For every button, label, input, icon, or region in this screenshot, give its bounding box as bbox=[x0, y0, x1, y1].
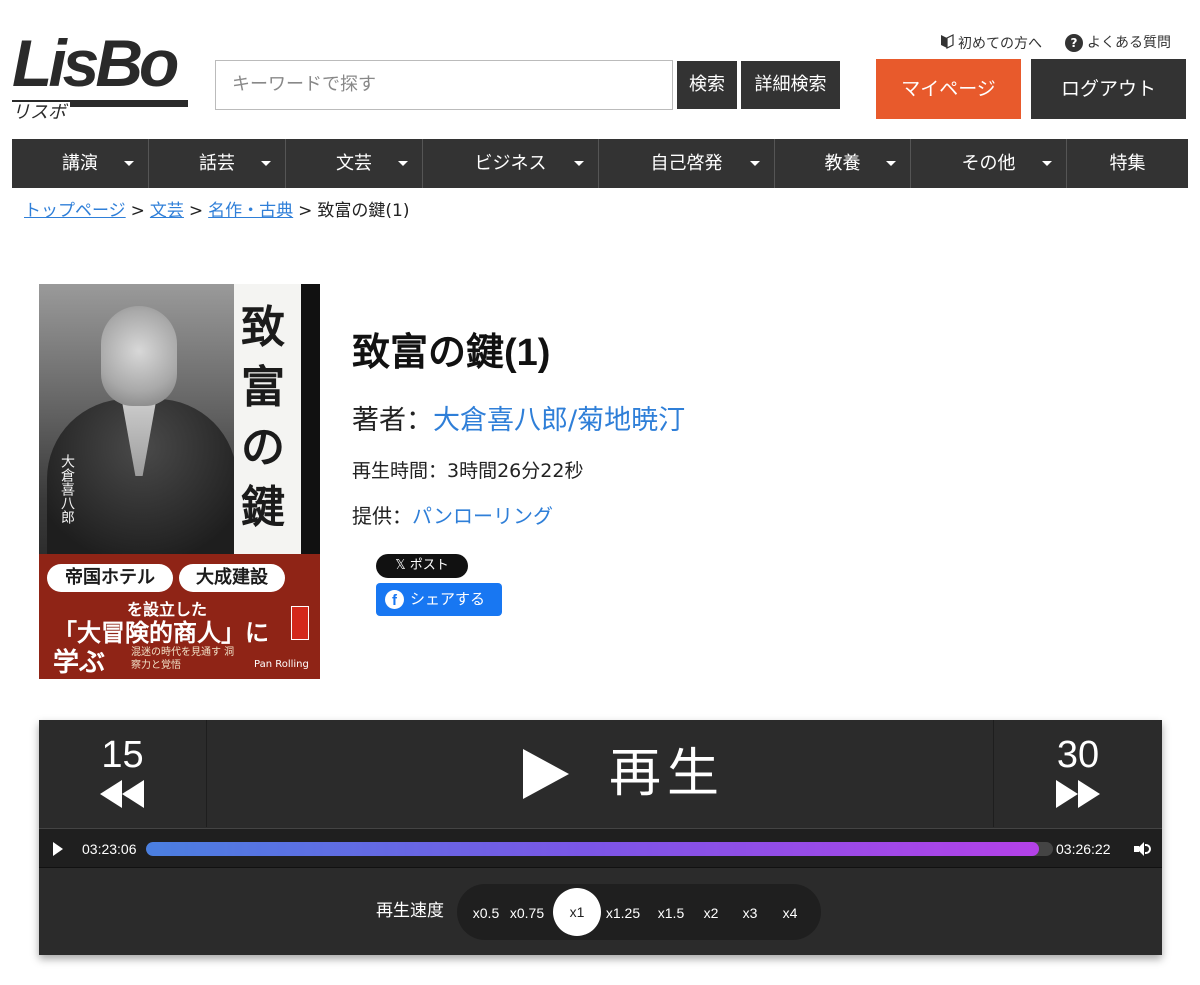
speed-option[interactable]: x1 bbox=[553, 888, 601, 936]
volume-icon[interactable] bbox=[1134, 841, 1152, 857]
nav-item-lecture[interactable]: 講演 bbox=[12, 139, 149, 188]
play-icon bbox=[523, 749, 569, 799]
facebook-share-label: シェアする bbox=[410, 590, 486, 608]
cover-pill-construction: 大成建設 bbox=[179, 564, 285, 592]
cover-author: 大倉喜八郎 bbox=[59, 454, 75, 524]
first-time-link[interactable]: 初めての方へ bbox=[940, 33, 1042, 55]
nav-item-culture[interactable]: 教養 bbox=[775, 139, 911, 188]
skip-back-button[interactable]: 15 bbox=[39, 720, 207, 827]
cover-pill-hotel: 帝国ホテル bbox=[47, 564, 173, 592]
nav-label: 話芸 bbox=[199, 153, 235, 174]
speed-label: 再生速度 bbox=[376, 901, 444, 921]
chevron-down-icon bbox=[124, 161, 134, 166]
nav-item-self-help[interactable]: 自己啓発 bbox=[599, 139, 775, 188]
breadcrumb-link-literature[interactable]: 文芸 bbox=[150, 201, 184, 221]
search-button[interactable]: 検索 bbox=[677, 61, 737, 109]
product-title: 致富の鍵(1) bbox=[352, 332, 551, 374]
x-post-button[interactable]: 𝕏 ポスト bbox=[376, 554, 468, 578]
progress-bar[interactable] bbox=[146, 842, 1053, 856]
cover-black-bar bbox=[301, 284, 320, 554]
nav-label: その他 bbox=[961, 153, 1016, 174]
duration: 再生時間：3時間26分22秒 bbox=[352, 460, 584, 482]
cover-portrait-head bbox=[101, 306, 177, 406]
logo[interactable]: LisBo リスボ bbox=[12, 26, 196, 124]
advanced-search-button[interactable]: 詳細検索 bbox=[741, 61, 840, 109]
nav-item-others[interactable]: その他 bbox=[911, 139, 1067, 188]
cover-badge bbox=[291, 606, 309, 640]
author-row: 著者：大倉喜八郎/菊地暁汀 bbox=[352, 402, 685, 440]
nav-label: ビジネス bbox=[474, 153, 547, 174]
cover-title: 致富の鍵 bbox=[241, 302, 285, 533]
facebook-share-button[interactable]: f シェアする bbox=[376, 583, 502, 616]
fast-forward-icon bbox=[994, 780, 1162, 808]
progress-row: 03:23:06 03:26:22 bbox=[39, 828, 1162, 868]
nav-label: 自己啓発 bbox=[650, 153, 723, 174]
breadcrumb-separator: > bbox=[188, 201, 204, 221]
author-label: 著者： bbox=[352, 405, 433, 436]
skip-forward-seconds: 30 bbox=[1056, 734, 1100, 776]
play-button[interactable]: 再生 bbox=[207, 720, 993, 827]
current-time: 03:23:06 bbox=[82, 841, 137, 857]
mypage-button[interactable]: マイページ bbox=[876, 59, 1021, 119]
cover-brand: Pan Rolling bbox=[254, 659, 309, 670]
chevron-down-icon bbox=[261, 161, 271, 166]
nav-label: 特集 bbox=[1109, 153, 1146, 174]
chevron-down-icon bbox=[398, 161, 408, 166]
chevron-down-icon bbox=[1042, 161, 1052, 166]
author-link[interactable]: 大倉喜八郎/菊地暁汀 bbox=[433, 405, 685, 436]
speed-option[interactable]: x1.25 bbox=[600, 903, 646, 923]
breadcrumb-current: 致富の鍵(1) bbox=[317, 201, 410, 221]
nav-item-wagei[interactable]: 話芸 bbox=[149, 139, 286, 188]
cover-small-text: 混迷の時代を見通す 洞察力と覚悟 bbox=[131, 647, 235, 671]
question-icon: ? bbox=[1065, 34, 1083, 52]
breadcrumb-separator: > bbox=[298, 201, 313, 221]
nav-item-business[interactable]: ビジネス bbox=[423, 139, 599, 188]
facebook-icon: f bbox=[385, 590, 404, 609]
cover-image: 大倉喜八郎 致富の鍵 帝国ホテル 大成建設 を設立した 「大冒険的商人」に 学ぶ… bbox=[39, 284, 320, 679]
breadcrumb: トップページ > 文芸 > 名作・古典 > 致富の鍵(1) bbox=[24, 198, 410, 224]
speed-selector: x0.5 x0.75 x1 x1.25 x1.5 x2 x3 x4 bbox=[457, 884, 821, 940]
faq-label: よくある質問 bbox=[1087, 35, 1171, 51]
nav-label: 文芸 bbox=[336, 153, 372, 174]
speed-option[interactable]: x0.5 bbox=[463, 903, 509, 923]
logout-button[interactable]: ログアウト bbox=[1031, 59, 1186, 119]
speed-row: 再生速度 x0.5 x0.75 x1 x1.25 x1.5 x2 x3 x4 bbox=[39, 870, 1162, 955]
audio-player: 15 再生 30 03:23:06 03:26:22 再生速度 x0.5 x0.… bbox=[39, 720, 1162, 955]
main-nav: 講演 話芸 文芸 ビジネス 自己啓発 教養 その他 特集 bbox=[12, 139, 1188, 188]
first-time-label: 初めての方へ bbox=[958, 36, 1042, 52]
skip-back-seconds: 15 bbox=[101, 734, 144, 776]
chevron-down-icon bbox=[886, 161, 896, 166]
beginner-leaf-icon bbox=[940, 33, 954, 55]
logo-text: LisBo bbox=[12, 26, 179, 100]
provider-label: 提供： bbox=[352, 504, 412, 528]
provider-link[interactable]: パンローリング bbox=[412, 504, 553, 528]
mini-play-icon[interactable] bbox=[53, 842, 63, 856]
total-time: 03:26:22 bbox=[1056, 841, 1111, 857]
logo-subtext: リスボ bbox=[12, 102, 70, 124]
progress-fill bbox=[146, 842, 1040, 856]
speed-option[interactable]: x4 bbox=[767, 903, 813, 923]
nav-item-literature[interactable]: 文芸 bbox=[286, 139, 423, 188]
breadcrumb-separator: > bbox=[130, 201, 145, 221]
provider-row: 提供：パンローリング bbox=[352, 501, 553, 531]
search-input[interactable]: キーワードで探す bbox=[215, 60, 673, 110]
nav-label: 講演 bbox=[62, 153, 98, 174]
skip-forward-button[interactable]: 30 bbox=[993, 720, 1162, 827]
breadcrumb-link-top[interactable]: トップページ bbox=[24, 201, 126, 221]
breadcrumb-link-classics[interactable]: 名作・古典 bbox=[208, 201, 293, 221]
player-controls: 15 再生 30 bbox=[39, 720, 1162, 827]
faq-link[interactable]: ? よくある質問 bbox=[1065, 33, 1171, 53]
nav-item-features[interactable]: 特集 bbox=[1067, 139, 1188, 188]
chevron-down-icon bbox=[574, 161, 584, 166]
play-label: 再生 bbox=[609, 744, 726, 804]
nav-label: 教養 bbox=[824, 153, 861, 174]
chevron-down-icon bbox=[750, 161, 760, 166]
cover-text-line: 学ぶ bbox=[53, 648, 106, 678]
speed-option[interactable]: x0.75 bbox=[504, 903, 550, 923]
rewind-icon bbox=[39, 780, 206, 808]
